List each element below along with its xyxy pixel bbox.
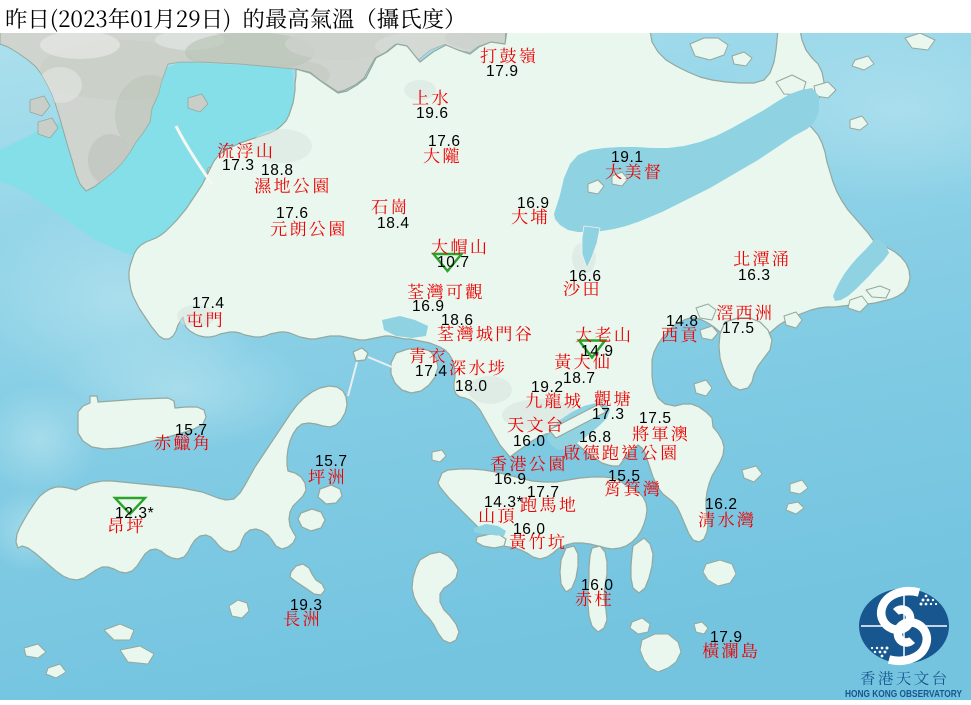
svg-text:19.1: 19.1 [611,149,644,166]
svg-text:17.4: 17.4 [415,363,448,380]
svg-text:10.7: 10.7 [437,254,470,271]
svg-text:17.4: 17.4 [192,295,225,312]
svg-text:14.9: 14.9 [581,343,614,360]
svg-text:18.4: 18.4 [377,215,410,232]
svg-text:17.9: 17.9 [710,629,743,646]
svg-text:16.8: 16.8 [579,429,612,446]
svg-text:18.8: 18.8 [261,162,294,179]
svg-text:16.2: 16.2 [705,496,738,513]
svg-text:17.9: 17.9 [486,63,519,80]
svg-text:15.7: 15.7 [175,422,208,439]
svg-text:16.6: 16.6 [569,268,602,285]
svg-text:12.3*: 12.3* [115,505,154,522]
svg-text:14.8: 14.8 [666,313,699,330]
svg-text:16.3: 16.3 [738,267,771,284]
svg-text:17.5: 17.5 [722,320,755,337]
svg-text:17.6: 17.6 [428,133,461,150]
svg-text:16.9: 16.9 [412,298,445,315]
svg-text:16.0: 16.0 [581,577,614,594]
svg-text:17.3: 17.3 [222,157,255,174]
svg-text:16.0: 16.0 [513,521,546,538]
svg-text:16.9: 16.9 [494,471,527,488]
svg-text:17.5: 17.5 [639,410,672,427]
svg-text:19.6: 19.6 [416,105,449,122]
svg-text:16.9: 16.9 [517,195,550,212]
svg-text:14.3*: 14.3* [484,494,523,511]
svg-text:18.6: 18.6 [441,312,474,329]
svg-text:HONG KONG OBSERVATORY: HONG KONG OBSERVATORY [845,688,962,700]
svg-text:19.2: 19.2 [531,379,564,396]
svg-text:17.7: 17.7 [527,484,560,501]
svg-text:15.7: 15.7 [315,453,348,470]
svg-text:15.5: 15.5 [608,468,641,485]
svg-text:16.0: 16.0 [513,433,546,450]
svg-text:18.7: 18.7 [563,370,596,387]
svg-text:19.3: 19.3 [290,597,323,614]
svg-text:17.3: 17.3 [592,406,625,423]
svg-text:18.0: 18.0 [455,378,488,395]
svg-text:17.6: 17.6 [276,205,309,222]
